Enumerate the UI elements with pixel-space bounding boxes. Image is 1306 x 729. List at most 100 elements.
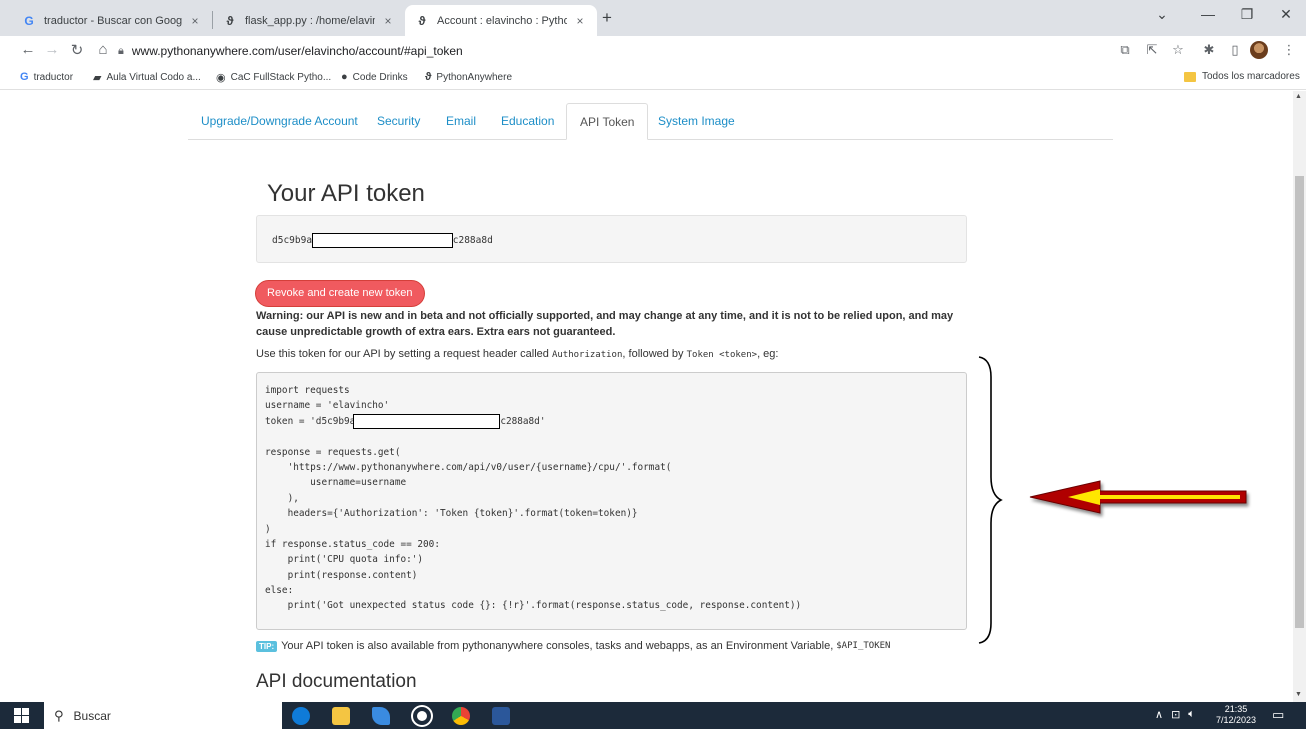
token-redaction-box <box>311 233 453 248</box>
code-line: print(response.content) <box>265 569 418 581</box>
code-line: response = requests.get( <box>265 446 401 458</box>
bookmark-label: CaC FullStack Pytho... <box>230 72 332 83</box>
url-text: www.pythonanywhere.com/user/elavincho/ac… <box>131 44 463 58</box>
google-icon: G <box>24 13 34 28</box>
chevron-up-icon[interactable]: ∧ <box>1155 708 1163 721</box>
notifications-icon[interactable]: ▭ <box>1272 707 1284 723</box>
usage-code-authorization: Authorization <box>551 350 623 360</box>
usage-text-1: Use this token for our API by setting a … <box>256 348 552 360</box>
browser-tab-google[interactable]: G traductor - Buscar con Google × <box>12 5 212 36</box>
page-scrollbar[interactable]: ▲ ▼ <box>1293 91 1306 702</box>
token-redaction-box <box>353 413 501 429</box>
scroll-up-icon[interactable]: ▲ <box>1295 93 1302 100</box>
translate-icon[interactable]: ⧉ <box>1116 42 1134 58</box>
bookmark-label: Aula Virtual Codo a... <box>106 72 201 83</box>
account-tabs: Upgrade/Downgrade Account Security Email… <box>188 103 1113 140</box>
browser-tab-flask-app[interactable]: ϑ flask_app.py : /home/elavincho/ × <box>213 5 405 36</box>
token-value[interactable]: d5c9b9a6 c288a8d <box>272 233 493 248</box>
tip-text: Your API token is also available from py… <box>281 640 834 652</box>
tab-upgrade-downgrade[interactable]: Upgrade/Downgrade Account <box>188 103 371 140</box>
address-bar[interactable]: 🔒︎ www.pythonanywhere.com/user/elavincho… <box>118 39 1098 63</box>
scroll-thumb[interactable] <box>1295 176 1304 628</box>
close-icon[interactable]: × <box>381 14 395 28</box>
taskbar-clock[interactable]: 21:35 7/12/2023 <box>1214 704 1258 726</box>
minimize-button[interactable]: — <box>1194 6 1222 22</box>
volume-icon[interactable]: 🔈︎ <box>1188 708 1195 721</box>
bookmark-cac-fullstack[interactable]: ◉ CaC FullStack Pytho... <box>216 71 331 84</box>
tab-search-icon[interactable]: ⌄ <box>1148 6 1176 23</box>
tab-system-image[interactable]: System Image <box>645 103 748 140</box>
token-suffix: c288a8d <box>452 235 493 246</box>
bookmark-traductor[interactable]: G traductor <box>20 71 73 83</box>
new-tab-button[interactable]: + <box>602 8 612 28</box>
code-line: import requests <box>265 385 350 396</box>
all-bookmarks-label: Todos los marcadores <box>1202 71 1300 82</box>
clock-date: 7/12/2023 <box>1215 715 1257 725</box>
revoke-token-button[interactable]: Revoke and create new token <box>255 280 425 307</box>
annotation-arrow <box>1029 480 1247 514</box>
code-line: else: <box>265 585 294 597</box>
chrome-icon[interactable] <box>452 707 470 725</box>
pythonanywhere-icon: ϑ <box>418 13 426 28</box>
reload-icon[interactable]: ↻ <box>67 41 87 59</box>
taskbar-search[interactable]: ⚲ Buscar <box>44 702 282 729</box>
network-icon[interactable]: ⊡ <box>1171 708 1180 721</box>
bookmarks-bar: G traductor ▰ Aula Virtual Codo a... ◉ C… <box>0 66 1306 90</box>
forward-arrow-icon[interactable]: → <box>42 41 62 58</box>
code-line: username = 'elavincho' <box>265 400 390 412</box>
page-viewport: Upgrade/Downgrade Account Security Email… <box>0 91 1293 702</box>
code-example[interactable]: import requests username = 'elavincho' t… <box>256 372 967 630</box>
tab-education[interactable]: Education <box>488 103 567 140</box>
code-line: print('CPU quota info:') <box>265 554 424 566</box>
bookmark-label: traductor <box>33 71 74 83</box>
usage-text-2: , followed by <box>622 348 687 360</box>
back-arrow-icon[interactable]: ← <box>18 41 38 58</box>
google-icon: G <box>20 71 29 83</box>
windows-start-icon[interactable] <box>14 708 29 723</box>
close-icon[interactable]: × <box>188 14 202 28</box>
bookmark-label: PythonAnywhere <box>436 71 513 83</box>
edge-icon[interactable] <box>292 707 310 725</box>
code-line: 'https://www.pythonanywhere.com/api/v0/u… <box>265 461 672 473</box>
home-icon[interactable]: ⌂ <box>93 41 113 58</box>
search-icon: ⚲ <box>54 707 64 723</box>
vscode-icon[interactable] <box>372 707 390 725</box>
all-bookmarks[interactable]: Todos los marcadores <box>1184 71 1300 82</box>
code-line: if response.status_code == 200: <box>265 538 440 550</box>
tab-api-token[interactable]: API Token <box>566 103 649 140</box>
tip-badge: TIP: <box>256 640 278 652</box>
bookmark-aula-virtual[interactable]: ▰ Aula Virtual Codo a... <box>93 71 201 84</box>
bookmark-pythonanywhere[interactable]: ϑ PythonAnywhere <box>425 71 512 83</box>
beta-warning: Warning: our API is new and in beta and … <box>256 310 954 338</box>
tab-security[interactable]: Security <box>364 103 433 140</box>
tab-email[interactable]: Email <box>433 103 489 140</box>
window-close-button[interactable]: ✕ <box>1272 6 1300 23</box>
browser-tab-title: Account : elavincho : PythonAny <box>437 14 567 27</box>
share-icon[interactable]: ⇱ <box>1143 42 1161 58</box>
extensions-icon[interactable]: ✱ <box>1200 42 1218 58</box>
windows-taskbar: ⚲ Buscar ∧ ⊡ 🔈︎ 21:35 7/12/2023 ▭ <box>0 702 1306 729</box>
browser-tab-account[interactable]: ϑ Account : elavincho : PythonAny × <box>405 5 597 36</box>
pythonanywhere-icon: ϑ <box>425 71 432 83</box>
usage-instructions: Use this token for our API by setting a … <box>256 348 778 360</box>
bookmark-code-drinks[interactable]: ● Code Drinks <box>341 71 408 83</box>
side-panel-icon[interactable]: ▯ <box>1226 42 1244 58</box>
tip-line: TIP: Your API token is also available fr… <box>256 640 890 652</box>
bookmark-star-icon[interactable]: ☆ <box>1169 42 1187 58</box>
scroll-down-icon[interactable]: ▼ <box>1295 691 1302 698</box>
restore-button[interactable]: ❐ <box>1233 6 1261 23</box>
browser-toolbar: ← → ↻ ⌂ 🔒︎ www.pythonanywhere.com/user/e… <box>0 36 1306 66</box>
close-icon[interactable]: × <box>573 14 587 28</box>
word-icon[interactable] <box>492 707 510 725</box>
code-drinks-icon: ● <box>341 71 348 83</box>
lock-icon: 🔒︎ <box>118 44 124 57</box>
browser-tab-strip: G traductor - Buscar con Google × ϑ flas… <box>0 0 1306 36</box>
file-explorer-icon[interactable] <box>332 707 350 725</box>
obs-icon[interactable] <box>413 707 431 725</box>
api-documentation-heading: API documentation <box>256 671 417 692</box>
profile-avatar[interactable] <box>1250 41 1268 59</box>
pythonanywhere-icon: ϑ <box>226 13 234 28</box>
aula-virtual-icon: ▰ <box>93 72 102 84</box>
menu-dots-icon[interactable]: ⋮ <box>1280 42 1298 58</box>
